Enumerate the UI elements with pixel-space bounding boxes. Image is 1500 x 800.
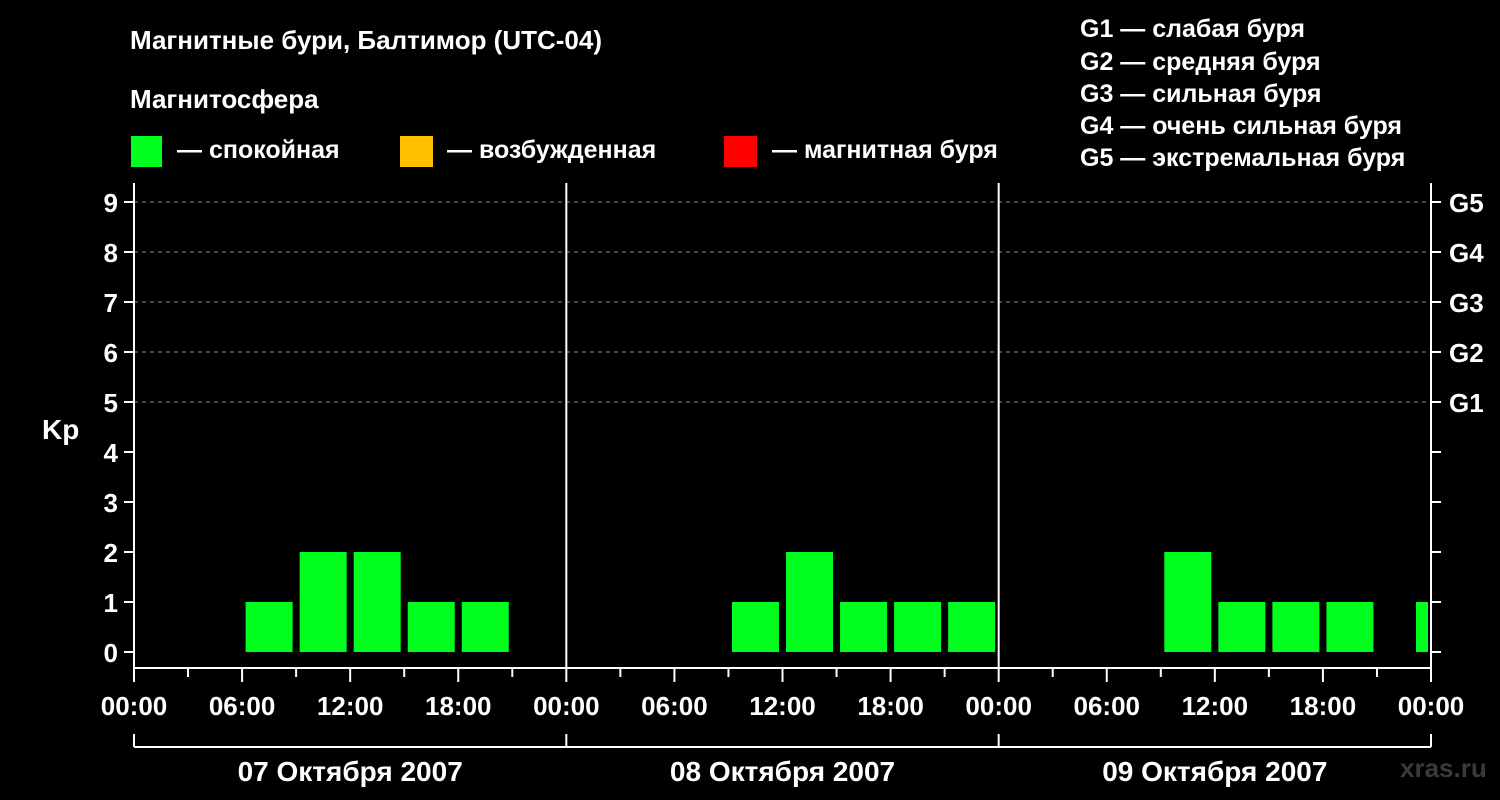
kp-bar bbox=[407, 602, 455, 652]
plot-area: 0 1 2 3 4 5 6 7 8 9 G1 G2 G3 G4 G5 00:00 06:00 12:00 18:00… bbox=[101, 183, 1484, 787]
x-tick-label: 00:00 bbox=[1398, 691, 1465, 721]
x-tick-label: 00:00 bbox=[965, 691, 1032, 721]
y-tick-label: 6 bbox=[104, 338, 118, 368]
x-tick-label: 06:00 bbox=[641, 691, 708, 721]
chart-title: Магнитные бури, Балтимор (UTC-04) bbox=[130, 25, 602, 55]
y-tick-label: 0 bbox=[104, 638, 118, 668]
legend-swatch-excited bbox=[400, 136, 433, 167]
kp-bar bbox=[461, 602, 509, 652]
kp-bar bbox=[786, 552, 834, 652]
kp-bar bbox=[353, 552, 401, 652]
x-tick-label: 12:00 bbox=[749, 691, 816, 721]
kp-bar bbox=[245, 602, 293, 652]
x-tick-label: 06:00 bbox=[209, 691, 276, 721]
day-label: 08 Октября 2007 bbox=[670, 756, 895, 787]
storm-legend-g2: G2 — средняя буря bbox=[1080, 48, 1321, 76]
kp-bar bbox=[731, 602, 779, 652]
x-tick-label: 12:00 bbox=[1182, 691, 1249, 721]
kp-bar bbox=[1326, 602, 1374, 652]
y-tick-label: 5 bbox=[104, 388, 118, 418]
storm-legend-g5: G5 — экстремальная буря bbox=[1080, 144, 1405, 172]
legend-swatch-storm bbox=[724, 136, 757, 167]
kp-bar bbox=[948, 602, 996, 652]
storm-legend-g4: G4 — очень сильная буря bbox=[1080, 112, 1402, 140]
storm-level-label: G3 bbox=[1449, 288, 1484, 318]
x-tick-label: 06:00 bbox=[1074, 691, 1141, 721]
day-label: 07 Октября 2007 bbox=[238, 756, 463, 787]
kp-bar bbox=[1164, 552, 1212, 652]
legend-label-storm: — магнитная буря bbox=[772, 136, 998, 164]
storm-level-label: G4 bbox=[1449, 238, 1484, 268]
kp-bar bbox=[1272, 602, 1320, 652]
day-label: 09 Октября 2007 bbox=[1102, 756, 1327, 787]
color-legend: — спокойная — возбужденная — магнитная б… bbox=[131, 136, 998, 167]
x-tick-label: 00:00 bbox=[101, 691, 168, 721]
storm-level-label: G2 bbox=[1449, 338, 1484, 368]
storm-legend: G1 — слабая буря G2 — средняя буря G3 — … bbox=[1080, 15, 1405, 172]
x-tick-label: 18:00 bbox=[1290, 691, 1357, 721]
y-tick-label: 9 bbox=[104, 188, 118, 218]
y-tick-label: 3 bbox=[104, 488, 118, 518]
chart-subtitle: Магнитосфера bbox=[130, 84, 319, 114]
x-tick-label: 12:00 bbox=[317, 691, 384, 721]
y-axis-label: Kp bbox=[42, 414, 79, 445]
kp-bar bbox=[1218, 602, 1266, 652]
legend-label-excited: — возбужденная bbox=[447, 136, 656, 164]
kp-chart: Магнитные бури, Балтимор (UTC-04) Магнит… bbox=[42, 15, 1487, 787]
y-tick-label: 2 bbox=[104, 538, 118, 568]
legend-label-quiet: — спокойная bbox=[177, 136, 340, 164]
storm-legend-g3: G3 — сильная буря bbox=[1080, 80, 1322, 108]
storm-level-label: G1 bbox=[1449, 388, 1484, 418]
x-tick-label: 18:00 bbox=[425, 691, 492, 721]
watermark: xras.ru bbox=[1400, 753, 1487, 783]
x-tick-label: 18:00 bbox=[857, 691, 924, 721]
kp-bar bbox=[1416, 602, 1428, 652]
storm-legend-g1: G1 — слабая буря bbox=[1080, 15, 1305, 43]
legend-swatch-quiet bbox=[131, 136, 162, 167]
x-tick-label: 00:00 bbox=[533, 691, 600, 721]
y-tick-label: 8 bbox=[104, 238, 118, 268]
kp-bar bbox=[299, 552, 347, 652]
kp-bar bbox=[894, 602, 942, 652]
y-tick-label: 7 bbox=[104, 288, 118, 318]
y-tick-label: 4 bbox=[104, 438, 119, 468]
kp-bar bbox=[840, 602, 888, 652]
storm-level-label: G5 bbox=[1449, 188, 1484, 218]
y-tick-label: 1 bbox=[104, 588, 118, 618]
